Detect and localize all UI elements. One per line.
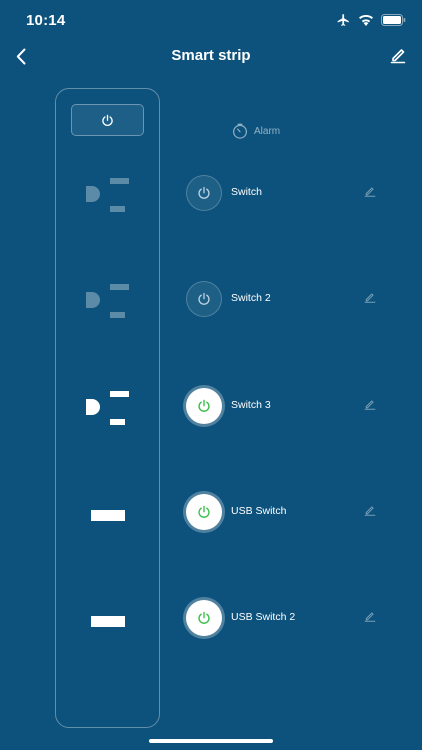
socket-usb-2 — [91, 616, 125, 627]
switch-power-toggle-5[interactable] — [186, 600, 222, 636]
socket-usb-1 — [91, 510, 125, 521]
power-strip — [55, 88, 160, 728]
master-power-button[interactable] — [71, 104, 144, 136]
power-icon — [198, 399, 210, 412]
pencil-icon — [364, 506, 376, 516]
status-bar: 10:14 — [0, 0, 422, 40]
switch-power-toggle-3[interactable] — [186, 388, 222, 424]
rename-switch-button-4[interactable] — [364, 503, 378, 517]
switch-row-4: USB Switch — [186, 494, 396, 534]
edit-button[interactable] — [390, 46, 408, 66]
rename-switch-button-1[interactable] — [364, 184, 378, 198]
page-title: Smart strip — [171, 47, 251, 64]
pencil-icon — [364, 187, 376, 197]
switch-row-5: USB Switch 2 — [186, 600, 396, 640]
airplane-icon — [337, 14, 349, 26]
power-icon — [198, 611, 210, 624]
switch-label: Switch 2 — [231, 292, 271, 304]
home-indicator[interactable] — [149, 739, 273, 743]
power-icon — [198, 186, 210, 199]
wifi-icon — [359, 14, 373, 26]
power-icon — [102, 114, 113, 126]
battery-icon — [381, 14, 406, 26]
rename-switch-button-5[interactable] — [364, 609, 378, 623]
power-icon — [198, 505, 210, 518]
rename-switch-button-3[interactable] — [364, 397, 378, 411]
switch-row-3: Switch 3 — [186, 388, 396, 428]
nav-bar: Smart strip — [0, 40, 422, 72]
pencil-icon — [364, 293, 376, 303]
switch-power-toggle-2[interactable] — [186, 281, 222, 317]
switch-label: Switch 3 — [231, 399, 271, 411]
switch-label: USB Switch 2 — [231, 611, 296, 623]
socket-outlet-3 — [86, 391, 134, 427]
socket-outlet-2 — [86, 284, 134, 320]
status-icons — [336, 13, 406, 27]
socket-outlet-1 — [86, 178, 134, 214]
timer-icon — [233, 123, 247, 139]
switch-row-2: Switch 2 — [186, 281, 396, 321]
alarm-button[interactable]: Alarm — [231, 122, 280, 140]
switch-power-toggle-4[interactable] — [186, 494, 222, 530]
switch-label: Switch — [231, 186, 262, 198]
alarm-label: Alarm — [254, 125, 281, 137]
rename-switch-button-2[interactable] — [364, 290, 378, 304]
status-time: 10:14 — [26, 12, 66, 29]
switch-label: USB Switch — [231, 505, 287, 517]
switch-row-1: Switch — [186, 175, 396, 215]
pencil-icon — [390, 49, 406, 64]
pencil-icon — [364, 612, 376, 622]
switch-power-toggle-1[interactable] — [186, 175, 222, 211]
pencil-icon — [364, 400, 376, 410]
power-icon — [198, 292, 210, 305]
